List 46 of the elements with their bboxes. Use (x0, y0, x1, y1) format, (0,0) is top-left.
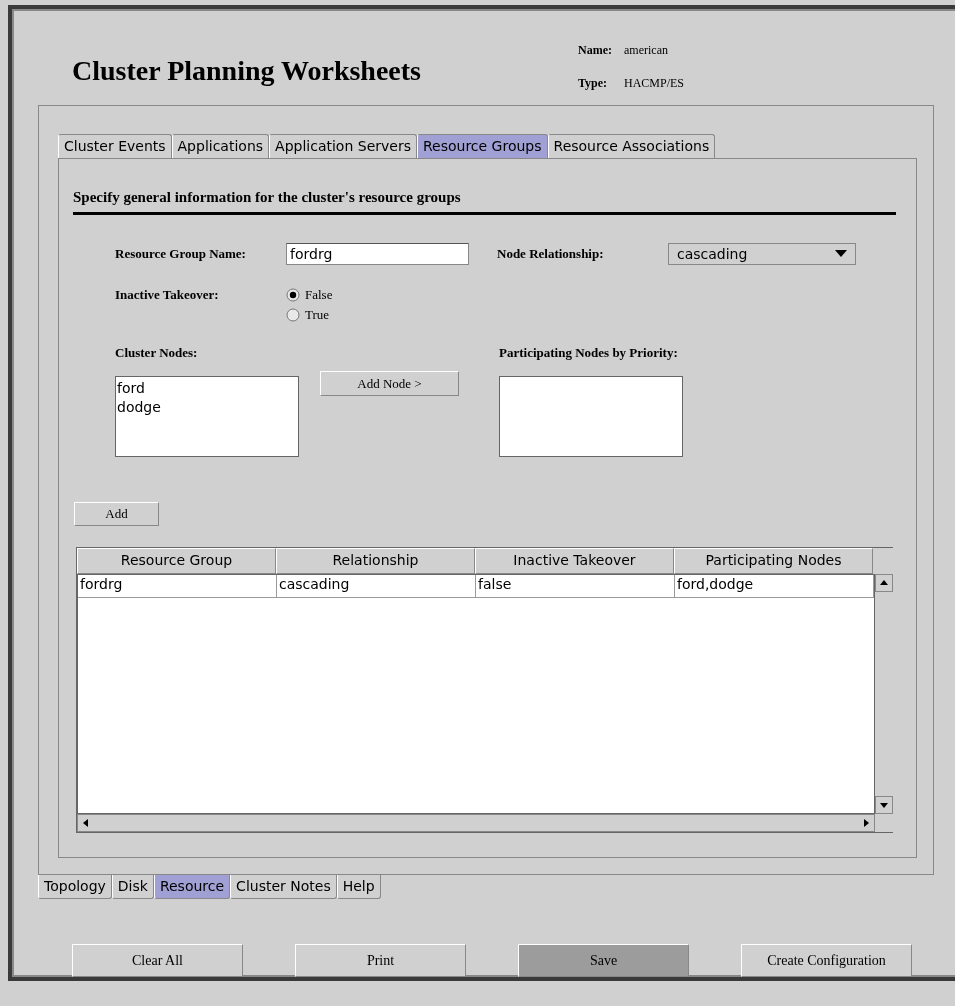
radio-button[interactable] (286, 288, 300, 302)
action-button[interactable]: Print (295, 944, 466, 977)
list-item[interactable]: dodge (117, 398, 297, 417)
info-value: american (624, 43, 669, 59)
action-button[interactable]: Clear All (72, 944, 243, 977)
radio-label: True (305, 307, 330, 323)
field-label: Inactive Takeover: (115, 287, 220, 303)
column-header[interactable]: Inactive Takeover (475, 548, 674, 574)
info-label: Type: (578, 76, 609, 92)
scroll-down-icon[interactable] (875, 796, 893, 814)
radio-label: False (305, 287, 333, 303)
add-button[interactable]: Add (74, 502, 159, 526)
tab[interactable]: Applications (171, 134, 270, 158)
tab[interactable]: Help (336, 875, 381, 899)
field-label: Cluster Nodes: (115, 345, 199, 361)
add-node-button[interactable]: Add Node > (320, 371, 459, 396)
tab[interactable]: Disk (111, 875, 154, 899)
action-button[interactable]: Create Configuration (741, 944, 912, 977)
tab[interactable]: Resource Groups (416, 134, 548, 158)
table-cell: cascading (277, 575, 476, 597)
list-item[interactable]: ford (117, 379, 297, 398)
section-heading: Specify general information for the cluster's resource groups (73, 189, 896, 215)
input-field[interactable]: fordrg (286, 243, 469, 265)
tab[interactable]: Cluster Events (58, 134, 172, 158)
tab[interactable]: Topology (38, 875, 112, 899)
field-label: Node Relationship: (497, 246, 605, 262)
field-label: Participating Nodes by Priority: (499, 345, 679, 361)
tab[interactable]: Cluster Notes (230, 875, 337, 899)
info-value: HACMP/ES (624, 76, 685, 92)
column-header[interactable]: Relationship (276, 548, 475, 574)
table-cell: fordrg (78, 575, 277, 597)
table-cell: false (476, 575, 675, 597)
dropdown-arrow-icon (835, 250, 847, 258)
dropdown[interactable]: cascading (668, 243, 856, 265)
column-header[interactable]: Resource Group (77, 548, 276, 574)
info-label: Name: (578, 43, 613, 59)
tab[interactable]: Resource Associations (547, 134, 716, 158)
tab[interactable]: Application Servers (269, 134, 417, 158)
action-button[interactable]: Save (518, 944, 689, 977)
field-label: Resource Group Name: (115, 246, 247, 262)
scroll-up-icon[interactable] (875, 574, 893, 592)
tab[interactable]: Resource (153, 875, 231, 899)
window-title: Cluster Planning Worksheets (72, 55, 422, 88)
table-cell: ford,dodge (675, 575, 874, 597)
column-header[interactable]: Participating Nodes (674, 548, 873, 574)
radio-button[interactable] (286, 308, 300, 322)
